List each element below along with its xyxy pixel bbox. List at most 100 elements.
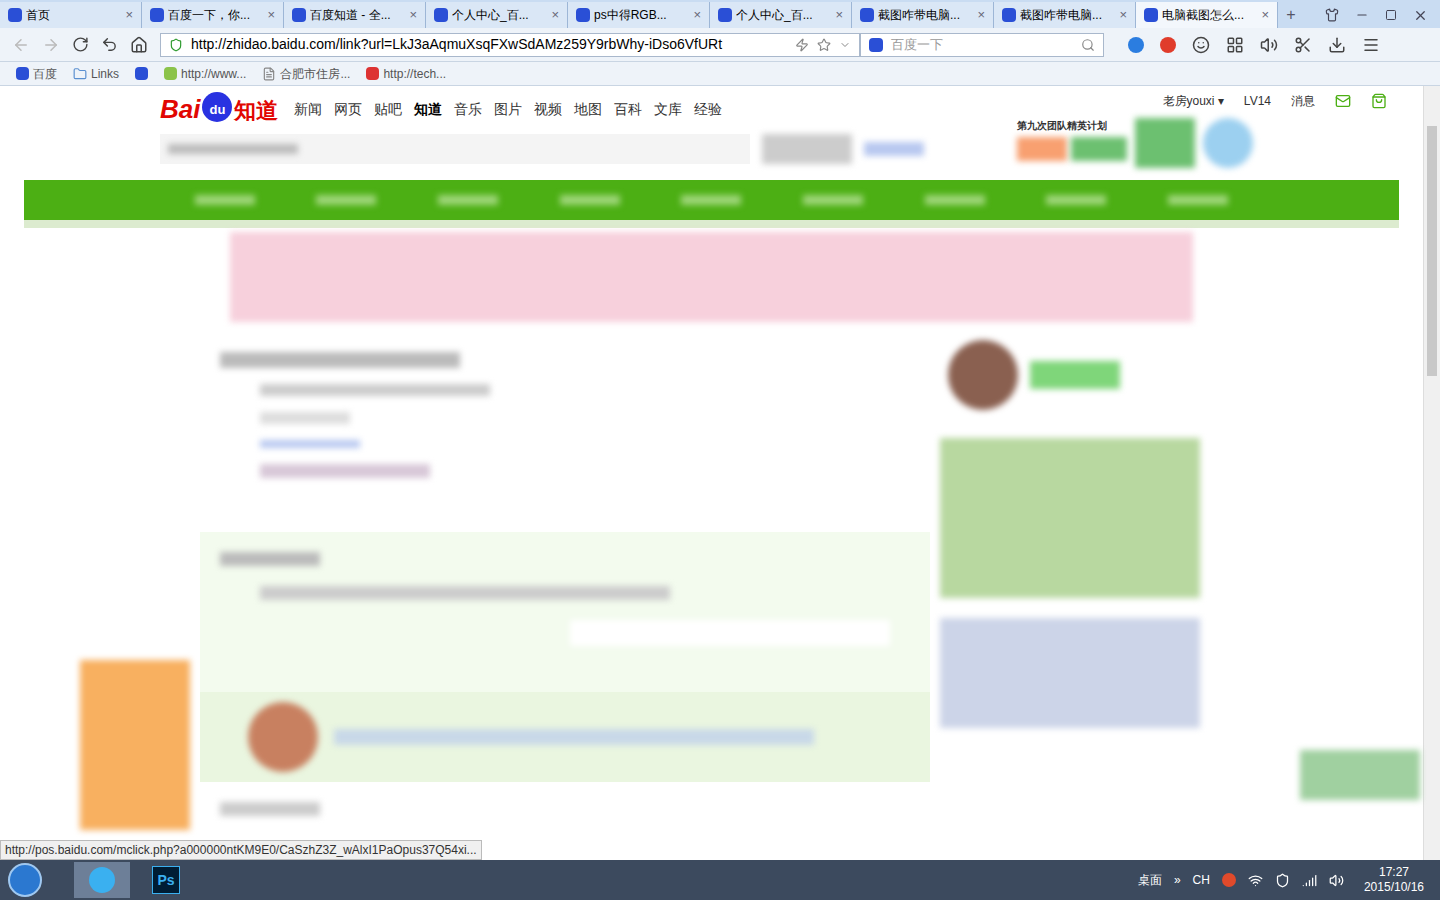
address-bar[interactable]: http://zhidao.baidu.com/link?url=LkJ3aAq… [160,33,860,57]
tab-close[interactable]: × [551,5,559,25]
nav-link[interactable]: 百科 [614,99,642,120]
blurred-block [1071,137,1127,161]
search-box[interactable]: 百度一下 [860,33,1104,57]
browser-tab[interactable]: ps中得RGB...× [568,2,710,28]
shop-icon[interactable] [1371,93,1387,109]
scrollbar[interactable] [1423,86,1440,860]
tab-close[interactable]: × [693,5,701,25]
nav-link[interactable]: 知道 [414,99,442,120]
browser-tab[interactable]: 截图咋带电脑...× [852,2,994,28]
page-header: Baidu知道新闻网页贴吧知道音乐图片视频地图百科文库经验 老房youxi ▾ LV… [0,86,1423,180]
sound-icon[interactable] [1260,36,1278,54]
mail-app-icon[interactable] [1160,37,1176,53]
menu-icon[interactable] [1362,36,1380,54]
volume-icon[interactable] [1329,873,1344,888]
browser-tab[interactable]: 首页× [0,2,142,28]
download-icon[interactable] [1328,36,1346,54]
nav-link[interactable]: 经验 [694,99,722,120]
maximize-icon[interactable] [1385,9,1397,21]
browser-tab[interactable]: 个人中心_百...× [426,2,568,28]
language[interactable]: CH [1193,871,1210,889]
bookmark[interactable] [135,67,148,80]
blurred-block [762,134,852,164]
nav-link[interactable]: 文库 [654,99,682,120]
bookmark-favicon-icon [164,67,177,80]
bookmarks-bar: 百度 Links http://www... 合肥市住房... http://tech.… [0,62,1440,86]
blurred-block [570,620,890,646]
chat-icon[interactable] [1192,36,1210,54]
minimize-icon[interactable] [1355,8,1369,22]
bookmark[interactable]: http://tech... [366,65,446,83]
speed-icon[interactable] [795,38,809,52]
bookmark[interactable]: Links [73,65,119,83]
tab-favicon-icon [718,8,732,22]
bookmark[interactable]: 百度 [16,65,57,83]
home-icon[interactable] [130,36,148,54]
dropdown-icon[interactable] [839,39,851,51]
browser-tab[interactable]: 百度一下，你...× [142,2,284,28]
back-icon[interactable] [12,36,30,54]
search-icon[interactable] [1081,38,1095,52]
security-icon[interactable] [1275,873,1290,888]
taskbar-app[interactable] [74,862,130,898]
network-icon[interactable] [1302,873,1317,888]
taskbar-app[interactable]: Ps [138,862,194,898]
forward-icon[interactable] [42,36,60,54]
close-icon[interactable] [1413,8,1428,23]
clock[interactable]: 17:272015/10/16 [1356,865,1432,895]
tab-close[interactable]: × [409,5,417,25]
tab-close[interactable]: × [977,5,985,25]
browser-tab[interactable]: 电脑截图怎么...× [1136,2,1278,28]
blurred-block [260,586,670,600]
wifi-icon[interactable] [1248,873,1263,888]
new-tab[interactable]: + [1278,2,1304,28]
browser-tab[interactable]: 百度知道 - 全...× [284,2,426,28]
toolbar: http://zhidao.baidu.com/link?url=LkJ3aAq… [0,28,1440,62]
nav-link[interactable]: 地图 [574,99,602,120]
promo-banner[interactable]: 第九次团队精英计划 [1017,118,1253,168]
nav-link[interactable]: 贴吧 [374,99,402,120]
bookmark[interactable]: 合肥市住房... [262,65,350,83]
tab-close[interactable]: × [125,5,133,25]
undo-icon[interactable] [101,36,118,53]
screenshot-icon[interactable] [1294,36,1312,54]
ime-icon[interactable] [1222,873,1236,887]
nav-link[interactable]: 视频 [534,99,562,120]
messages-link[interactable]: 消息 [1291,92,1315,110]
apps-icon[interactable] [1226,36,1244,54]
blurred-block [195,195,255,205]
folder-icon [73,67,87,81]
mail-icon[interactable] [1335,93,1351,109]
blurred-block [1203,118,1253,168]
tab-favicon-icon [434,8,448,22]
tab-close[interactable]: × [1119,5,1127,25]
bookmark-favicon-icon [16,67,29,80]
reload-icon[interactable] [72,36,89,53]
blurred-block [1017,137,1067,161]
tab-close[interactable]: × [267,5,275,25]
nav-link[interactable]: 新闻 [294,99,322,120]
blurred-block [1030,361,1120,389]
sync-icon[interactable] [1128,37,1144,53]
blurred-block [948,340,1018,410]
bookmark-favicon-icon [135,67,148,80]
nav-link[interactable]: 网页 [334,99,362,120]
tab-close[interactable]: × [1261,5,1269,25]
tab-favicon-icon [8,8,22,22]
browser-tab[interactable]: 个人中心_百...× [710,2,852,28]
user-menu[interactable]: 老房youxi ▾ [1163,92,1224,110]
desktop-toolbar[interactable]: 桌面 [1138,871,1162,889]
desktop: 首页×百度一下，你...×百度知道 - 全...×个人中心_百...×ps中得R… [0,0,1440,900]
nav-link[interactable]: 图片 [494,99,522,120]
baidu-logo[interactable]: Baidu知道 [160,92,278,122]
tab-close[interactable]: × [835,5,843,25]
bookmark[interactable]: http://www... [164,65,246,83]
skin-icon[interactable] [1325,8,1339,22]
tab-favicon-icon [1002,8,1016,22]
blurred-block [1135,118,1195,168]
start-icon[interactable] [8,863,42,897]
nav-link[interactable]: 音乐 [454,99,482,120]
favorite-icon[interactable] [817,38,831,52]
user-level[interactable]: LV14 [1244,92,1271,110]
browser-tab[interactable]: 截图咋带电脑...× [994,2,1136,28]
